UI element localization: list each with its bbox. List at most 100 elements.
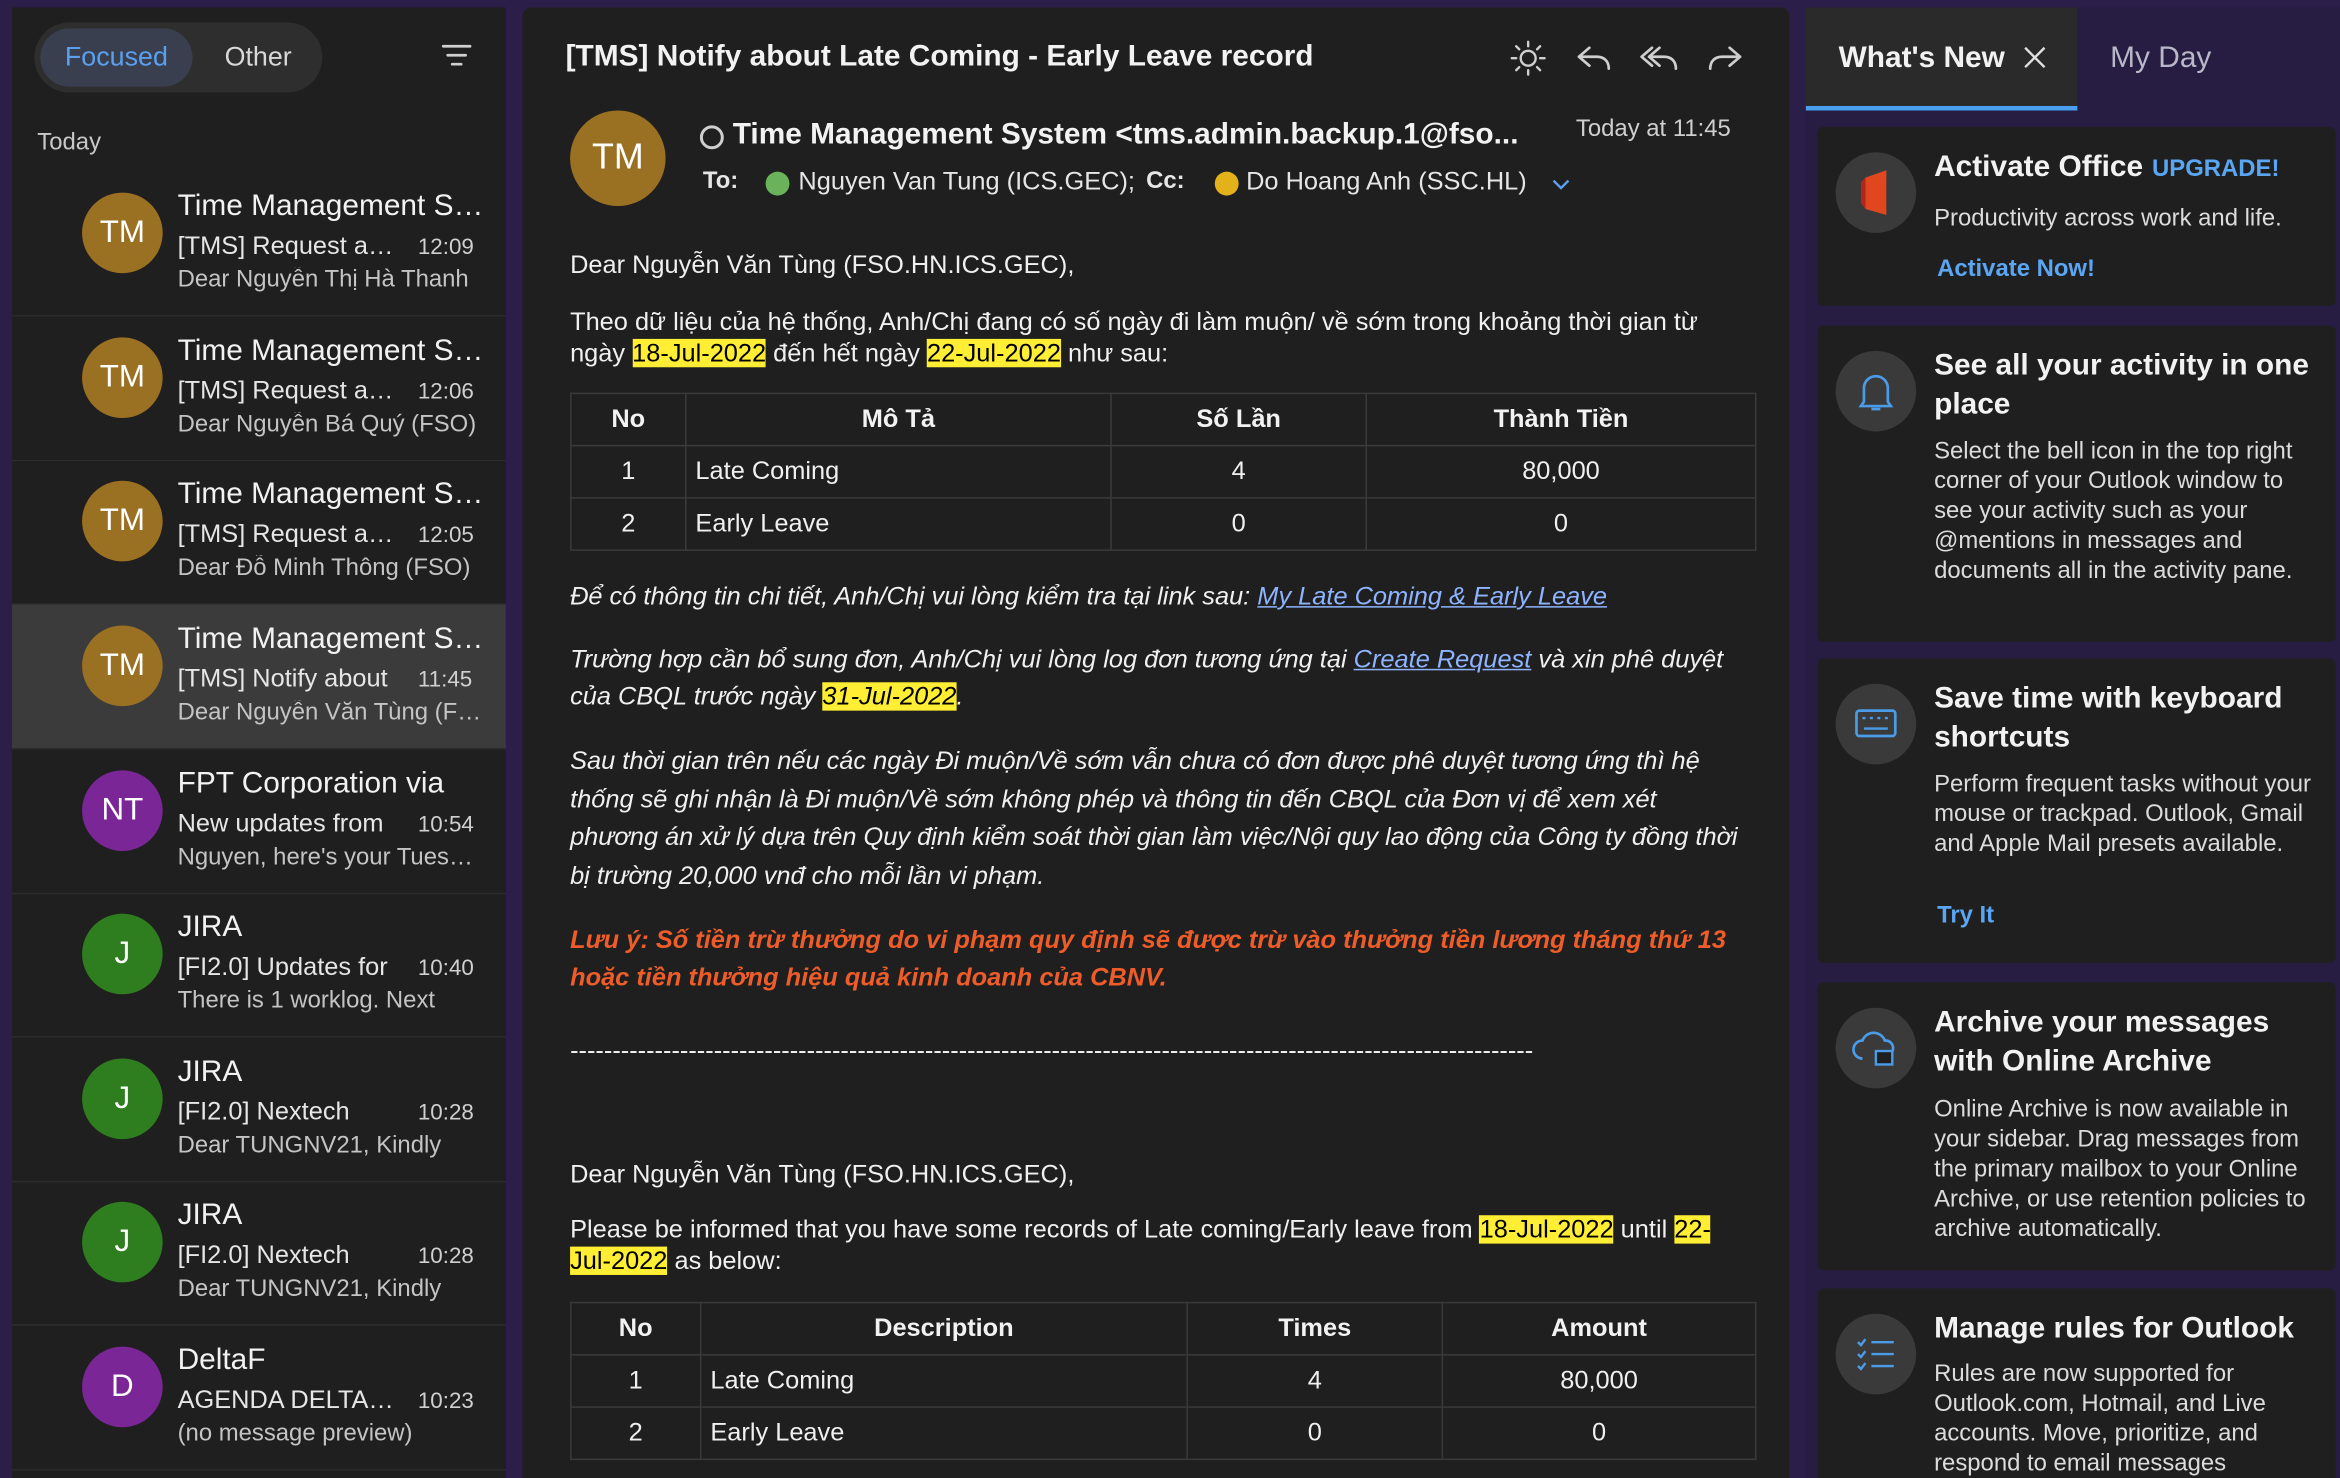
list-item[interactable]: TM Time Management System [TMS] Request … (11, 460, 506, 605)
card-text: Select the bell icon in the top right co… (1934, 438, 2293, 584)
tab-other[interactable]: Other (201, 28, 314, 86)
avatar: TM (82, 192, 163, 274)
message-date: Today at 11:45 (1575, 116, 1731, 142)
card-text: Perform frequent tasks without your mous… (1934, 771, 2311, 857)
tab-my-day[interactable]: My Day (2110, 7, 2211, 109)
card-title: Activate Office UPGRADE! (1934, 150, 2280, 184)
preview: Dear TUNGNV21, Kindly (177, 1133, 442, 1159)
activate-now-link[interactable]: Activate Now! (1937, 257, 2095, 284)
separator: ----------------------------------------… (570, 1036, 1534, 1065)
card-title: See all your activity in one place (1934, 349, 2309, 422)
list-item[interactable]: NT FPT Corporation via New updates from … (11, 749, 506, 895)
sun-icon[interactable] (1507, 37, 1549, 79)
avatar: NT (82, 770, 163, 851)
time: 11:45 (417, 667, 473, 693)
time: 12:09 (417, 234, 474, 260)
list-item[interactable]: TM Time Management System [TMS] Request … (11, 172, 506, 317)
keyboard-icon (1835, 683, 1917, 765)
presence-available-icon (765, 171, 790, 196)
card-activity: See all your activity in one place Selec… (1817, 325, 2336, 642)
sender: DeltaF (177, 1343, 266, 1377)
inbox-pivot: Focused Other (34, 22, 323, 93)
reply-all-icon[interactable] (1639, 37, 1681, 79)
presence-away-icon (1214, 171, 1239, 196)
group-header-today: Today (37, 129, 102, 156)
list-item-selected[interactable]: TM Time Management System [TMS] Notify a… (11, 604, 506, 750)
subject: [FI2.0] Updates for (177, 952, 388, 981)
date-from: 18-Jul-2022 (1479, 1215, 1614, 1244)
sender: JIRA (177, 910, 243, 944)
time: 10:54 (417, 812, 474, 838)
cc-recipient[interactable]: Do Hoang Anh (SSC.HL) (1246, 167, 1527, 197)
side-pane: What's New My Day Activate Office UPGRADE… (1805, 7, 2340, 1478)
list-item[interactable]: J JIRA [FI2.0] Updates for 10:40 There i… (11, 893, 506, 1038)
preview: Dear TUNGNV21, Kindly (177, 1276, 442, 1302)
card-keyboard-shortcuts: Save time with keyboard shortcuts Perfor… (1817, 658, 2336, 963)
time: 12:06 (417, 379, 474, 405)
filter-icon[interactable] (440, 40, 473, 70)
avatar: TM (82, 337, 163, 419)
avatar: J (82, 1201, 163, 1283)
deadline-date: 31-Jul-2022 (822, 682, 957, 711)
intro-en: Please be informed that you have some re… (570, 1215, 1711, 1275)
detail-paragraph: Để có thông tin chi tiết, Anh/Chị vui lò… (570, 582, 1608, 611)
avatar: TM (82, 480, 163, 562)
avatar: J (82, 1058, 163, 1140)
avatar: J (82, 913, 163, 995)
close-icon[interactable] (2022, 45, 2047, 70)
date-to: 22-Jul-2022 (926, 338, 1061, 368)
reply-icon[interactable] (1573, 37, 1615, 79)
sender-name[interactable]: Time Management System <tms.admin.backup… (733, 118, 1519, 152)
time: 10:40 (417, 955, 474, 981)
my-late-coming-link[interactable]: My Late Coming & Early Leave (1257, 582, 1607, 610)
list-item[interactable]: TM Time Management System [TMS] Request … (11, 317, 506, 462)
chevron-down-icon[interactable] (1549, 172, 1573, 196)
active-tab-indicator (1805, 105, 2078, 111)
greeting-en: Dear Nguyễn Văn Tùng (FSO.HN.ICS.GEC), (570, 1160, 1075, 1189)
time: 10:28 (417, 1100, 474, 1126)
card-online-archive: Archive your messages with Online Archiv… (1817, 982, 2336, 1271)
card-title: Manage rules for Outlook (1934, 1312, 2294, 1346)
reading-pane: [TMS] Notify about Late Coming - Early L… (522, 7, 1790, 1478)
time: 10:28 (417, 1243, 474, 1269)
record-table-en: No Description Times Amount 1 Late Coming… (570, 1301, 1757, 1461)
preview: Dear Nguyễn Thị Hà Thanh (177, 267, 469, 293)
create-request-link[interactable]: Create Request (1354, 645, 1532, 673)
after-paragraph: Sau thời gian trên nếu các ngày Đi muộn/… (570, 746, 1738, 890)
table-row: 1 Late Coming 4 80,000 (570, 1354, 1757, 1408)
subject: [FI2.0] Nextech (177, 1097, 350, 1126)
card-text: Productivity across work and life. (1934, 206, 2282, 232)
card-manage-rules: Manage rules for Outlook Rules are now s… (1817, 1288, 2336, 1478)
office-icon (1835, 152, 1917, 233)
supplement-paragraph: Trường hợp cần bổ sung đơn, Anh/Chị vui … (570, 644, 1724, 711)
card-activate-office: Activate Office UPGRADE! Productivity acr… (1817, 126, 2336, 307)
preview: There is 1 worklog. Next (177, 988, 436, 1014)
note-paragraph: Lưu ý: Số tiền trừ thưởng do vi phạm quy… (570, 925, 1727, 992)
table-row: 2 Early Leave 0 0 (570, 1406, 1757, 1461)
try-it-link[interactable]: Try It (1937, 903, 1994, 930)
list-item[interactable]: D DeltaF AGENDA DELTA'22 10:23 (no messa… (11, 1326, 506, 1471)
sender: Time Management System (177, 622, 484, 656)
subject: [TMS] Notify about (177, 664, 388, 693)
list-item[interactable]: J JIRA [FI2.0] Nextech 10:28 Dear TUNGNV… (11, 1181, 506, 1326)
intro-vi: Theo dữ liệu của hệ thống, Anh/Chị đang … (570, 307, 1698, 368)
forward-icon[interactable] (1704, 37, 1746, 79)
preview: Dear Đỗ Minh Thông (FSO) (177, 555, 471, 581)
tab-focused[interactable]: Focused (40, 28, 193, 87)
table-row: 1 Late Coming 4 80,000 (570, 444, 1757, 499)
card-title: Save time with keyboard shortcuts (1934, 682, 2283, 754)
list-item[interactable]: J JIRA [FI2.0] Nextech 10:28 Dear TUNGNV… (11, 1038, 506, 1183)
subject: New updates from (177, 809, 384, 838)
avatar: D (82, 1346, 163, 1428)
to-recipient[interactable]: Nguyen Van Tung (ICS.GEC); (798, 167, 1135, 197)
sender: JIRA (177, 1198, 243, 1232)
sender: FPT Corporation via (177, 767, 445, 801)
table-row: 2 Early Leave 0 0 (570, 497, 1757, 551)
subject: [TMS] Request approval (177, 519, 396, 548)
sender: Time Management System (177, 334, 484, 368)
message-list-pane: Focused Other Today TM Time Management S… (11, 7, 506, 1478)
read-status-indicator[interactable] (699, 125, 724, 150)
cc-label: Cc: (1146, 168, 1185, 195)
greeting-vi: Dear Nguyễn Văn Tùng (FSO.HN.ICS.GEC), (570, 250, 1075, 280)
cloud-archive-icon (1835, 1007, 1917, 1089)
